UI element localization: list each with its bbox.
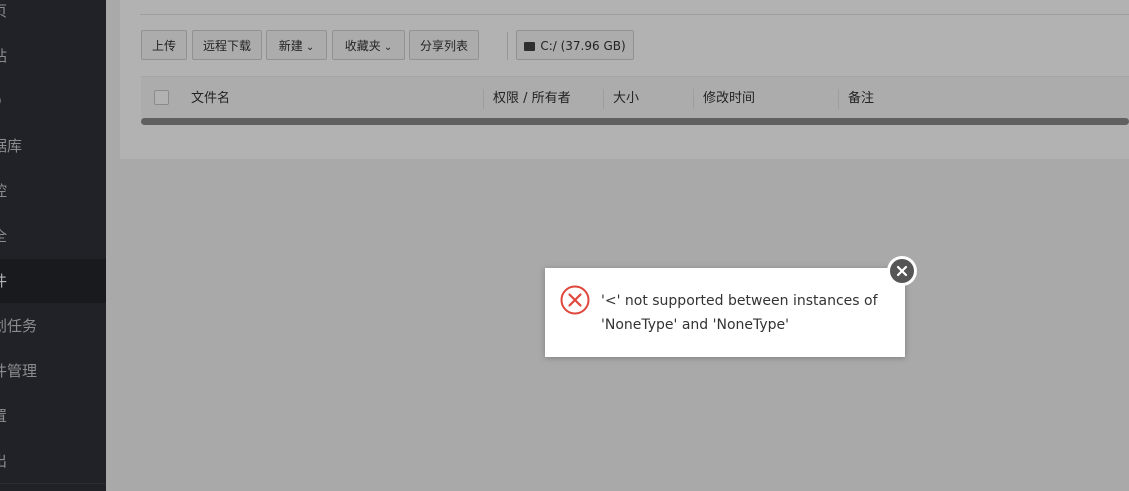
error-dialog: '<' not supported between instances of '… [545,268,905,357]
close-icon-bg [890,259,914,283]
dialog-close-button[interactable] [887,256,917,286]
modal-overlay[interactable] [0,0,1129,491]
error-circle-icon [560,285,590,315]
close-icon [896,265,908,277]
error-message: '<' not supported between instances of '… [601,293,878,333]
